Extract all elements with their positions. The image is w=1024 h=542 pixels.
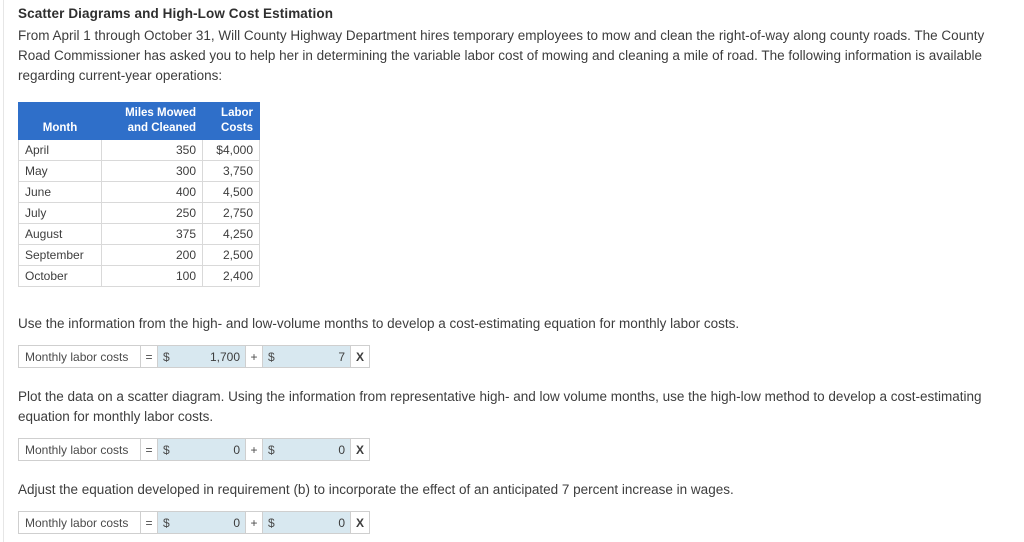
table-row: September 200 2,500 [18, 244, 260, 266]
cell-miles: 200 [101, 244, 203, 266]
cell-month: September [18, 244, 102, 266]
column-header-labor-line1: Labor [221, 107, 253, 119]
fixed-cost-input[interactable]: $ 0 [158, 512, 246, 533]
variable-cost-value: 7 [338, 349, 345, 364]
page-title: Scatter Diagrams and High-Low Cost Estim… [18, 6, 334, 21]
content-container: Scatter Diagrams and High-Low Cost Estim… [18, 0, 1010, 534]
cell-miles: 300 [101, 160, 203, 182]
cell-month: April [18, 139, 102, 161]
requirement-a-answer-row: Monthly labor costs = $ 1,700 + $ 7 X [18, 345, 370, 368]
column-header-labor-line2: Costs [221, 122, 253, 134]
intro-paragraph: From April 1 through October 31, Will Co… [18, 28, 985, 83]
dollar-sign: $ [268, 515, 275, 530]
table-header-row: Month Miles Mowed and Cleaned Labor Cost… [18, 102, 260, 140]
answer-label: Monthly labor costs [19, 512, 141, 533]
x-variable-icon[interactable]: X [351, 512, 369, 533]
plus-sign: + [246, 439, 263, 460]
cell-month: October [18, 265, 102, 287]
requirement-b-answer-row: Monthly labor costs = $ 0 + $ 0 X [18, 438, 370, 461]
table-row: May 300 3,750 [18, 160, 260, 182]
plus-sign: + [246, 512, 263, 533]
variable-cost-input[interactable]: $ 0 [263, 439, 351, 460]
cell-month: July [18, 202, 102, 224]
cell-month: August [18, 223, 102, 245]
cell-labor-cost: 4,500 [202, 181, 260, 203]
page-left-rule [3, 0, 4, 542]
cell-miles: 350 [101, 139, 203, 161]
cell-labor-cost: 2,500 [202, 244, 260, 266]
cell-miles: 100 [101, 265, 203, 287]
cell-month: May [18, 160, 102, 182]
requirement-c-prompt: Adjust the equation developed in require… [18, 482, 734, 497]
column-header-miles-mowed-and-cleaned: Miles Mowed and Cleaned [101, 102, 203, 140]
requirement-a: Use the information from the high- and l… [18, 314, 1010, 368]
operations-table: Month Miles Mowed and Cleaned Labor Cost… [18, 102, 260, 287]
fixed-cost-input[interactable]: $ 1,700 [158, 346, 246, 367]
cell-labor-cost: 2,750 [202, 202, 260, 224]
variable-cost-value: 0 [338, 515, 345, 530]
dollar-sign: $ [268, 349, 275, 364]
requirement-b-prompt: Plot the data on a scatter diagram. Usin… [18, 389, 982, 424]
fixed-cost-value: 1,700 [209, 349, 240, 364]
dollar-sign: $ [163, 442, 170, 457]
x-variable-icon[interactable]: X [351, 439, 369, 460]
cell-labor-cost: 4,250 [202, 223, 260, 245]
dollar-sign: $ [268, 442, 275, 457]
dollar-sign: $ [163, 515, 170, 530]
requirement-b: Plot the data on a scatter diagram. Usin… [18, 387, 1010, 461]
fixed-cost-value: 0 [233, 442, 240, 457]
cell-miles: 400 [101, 181, 203, 203]
column-header-labor-costs: Labor Costs [202, 102, 260, 140]
variable-cost-input[interactable]: $ 7 [263, 346, 351, 367]
x-variable-icon[interactable]: X [351, 346, 369, 367]
table-row: October 100 2,400 [18, 265, 260, 287]
requirement-a-prompt: Use the information from the high- and l… [18, 316, 740, 331]
table-row: August 375 4,250 [18, 223, 260, 245]
table-header: Month Miles Mowed and Cleaned Labor Cost… [18, 102, 260, 140]
equals-sign: = [141, 512, 158, 533]
cell-miles: 250 [101, 202, 203, 224]
cell-month: June [18, 181, 102, 203]
fixed-cost-input[interactable]: $ 0 [158, 439, 246, 460]
column-header-month: Month [18, 102, 102, 140]
cell-labor-cost: 2,400 [202, 265, 260, 287]
requirement-c: Adjust the equation developed in require… [18, 480, 1010, 534]
answer-label: Monthly labor costs [19, 346, 141, 367]
table-body: April 350 $4,000 May 300 3,750 June 400 … [18, 139, 260, 287]
requirement-c-answer-row: Monthly labor costs = $ 0 + $ 0 X [18, 511, 370, 534]
equals-sign: = [141, 439, 158, 460]
answer-label: Monthly labor costs [19, 439, 141, 460]
dollar-sign: $ [163, 349, 170, 364]
fixed-cost-value: 0 [233, 515, 240, 530]
cell-labor-cost: $4,000 [202, 139, 260, 161]
cell-labor-cost: 3,750 [202, 160, 260, 182]
plus-sign: + [246, 346, 263, 367]
equals-sign: = [141, 346, 158, 367]
variable-cost-input[interactable]: $ 0 [263, 512, 351, 533]
column-header-miles-line2: and Cleaned [127, 122, 196, 134]
variable-cost-value: 0 [338, 442, 345, 457]
cell-miles: 375 [101, 223, 203, 245]
table-row: June 400 4,500 [18, 181, 260, 203]
column-header-miles-line1: Miles Mowed [125, 107, 196, 119]
table-row: April 350 $4,000 [18, 139, 260, 161]
table-row: July 250 2,750 [18, 202, 260, 224]
